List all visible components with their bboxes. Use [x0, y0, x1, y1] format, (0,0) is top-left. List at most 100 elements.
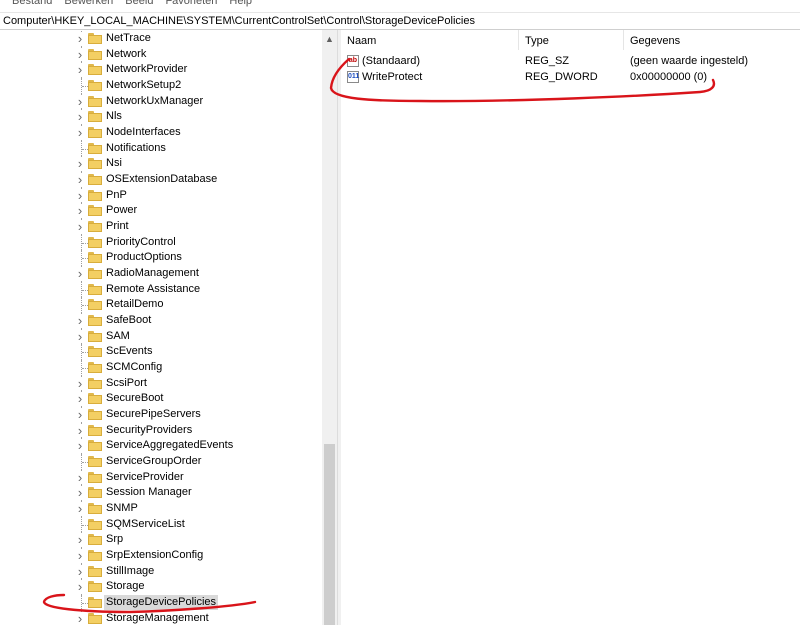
tree-item-label: RadioManagement [106, 267, 199, 280]
tree-item[interactable]: › SecureBoot [0, 391, 322, 408]
column-header-type[interactable]: Type [519, 30, 624, 50]
tree-item[interactable]: › RadioManagement [0, 266, 322, 282]
folder-icon [88, 534, 102, 546]
tree-item[interactable]: › Nls [0, 109, 322, 125]
scrollbar-thumb[interactable] [324, 444, 335, 625]
tree-item[interactable]: › SAM [0, 328, 322, 345]
menu-bestand[interactable]: Bestand [6, 0, 58, 8]
tree-item[interactable]: › SecurePipeServers [0, 407, 322, 423]
value-type: REG_SZ [525, 55, 570, 67]
tree-item[interactable]: ProductOptions [0, 250, 322, 267]
tree-item-label: PnP [106, 188, 127, 201]
menu-help[interactable]: Help [223, 0, 258, 8]
chevron-right-icon[interactable]: › [74, 564, 86, 578]
chevron-right-icon[interactable]: › [74, 329, 86, 343]
registry-tree: › NetTrace › Network › NetworkProvider Network… [0, 30, 337, 625]
column-header-name[interactable]: Naam [341, 30, 519, 50]
chevron-right-icon[interactable]: › [74, 439, 86, 453]
chevron-right-icon[interactable]: › [74, 267, 86, 281]
tree-item-label: ProductOptions [106, 251, 182, 264]
tree-item[interactable]: › PnP [0, 187, 322, 204]
tree-item[interactable]: ServiceGroupOrder [0, 454, 322, 470]
tree-item[interactable]: › OSExtensionDatabase [0, 172, 322, 188]
chevron-right-icon[interactable]: › [74, 157, 86, 171]
folder-icon [88, 205, 102, 217]
chevron-right-icon[interactable]: › [74, 580, 86, 594]
menu-favorieten[interactable]: Favorieten [159, 0, 223, 8]
chevron-right-icon[interactable]: › [74, 173, 86, 187]
tree-item[interactable]: SCMConfig [0, 360, 322, 376]
chevron-right-icon[interactable]: › [74, 94, 86, 108]
menu-bewerken[interactable]: Bewerken [58, 0, 119, 8]
address-bar[interactable]: Computer\HKEY_LOCAL_MACHINE\SYSTEM\Curre… [0, 12, 800, 30]
tree-item[interactable]: PriorityControl [0, 234, 322, 251]
tree-item[interactable]: Remote Assistance [0, 281, 322, 298]
tree-item[interactable]: RetailDemo [0, 297, 322, 314]
chevron-right-icon[interactable]: › [74, 314, 86, 328]
tree-item-label: NetworkUxManager [106, 94, 204, 107]
tree-item[interactable]: › ServiceAggregatedEvents [0, 438, 322, 455]
chevron-right-icon[interactable]: › [74, 549, 86, 563]
tree-item-label: ServiceGroupOrder [106, 455, 202, 468]
tree-item[interactable]: › Power [0, 203, 322, 220]
chevron-right-icon[interactable]: › [74, 392, 86, 406]
chevron-right-icon[interactable]: › [74, 126, 86, 140]
column-header-data[interactable]: Gegevens [624, 30, 800, 50]
tree-item[interactable]: › SecurityProviders [0, 422, 322, 439]
menu-beeld[interactable]: Beeld [119, 0, 159, 8]
tree-item[interactable]: › SafeBoot [0, 313, 322, 329]
string-value-icon: ab [347, 55, 359, 67]
tree-item[interactable]: › Nsi [0, 156, 322, 173]
tree-item[interactable]: › ScsiPort [0, 375, 322, 392]
tree-item[interactable]: › Network [0, 46, 322, 63]
chevron-right-icon[interactable]: › [74, 110, 86, 124]
chevron-right-icon[interactable]: › [74, 188, 86, 202]
tree-item[interactable]: › ServiceProvider [0, 469, 322, 486]
value-row[interactable]: 011 WriteProtect REG_DWORD 0x00000000 (0) [341, 69, 800, 85]
chevron-right-icon[interactable]: › [74, 204, 86, 218]
chevron-right-icon[interactable]: › [74, 470, 86, 484]
tree-item[interactable]: › NetworkProvider [0, 62, 322, 78]
folder-icon [88, 80, 102, 91]
tree-item[interactable]: › NetTrace [0, 31, 322, 47]
tree-item[interactable]: › Session Manager [0, 485, 322, 502]
binary-value-icon: 011 [347, 71, 359, 83]
folder-icon [88, 581, 102, 593]
chevron-right-icon[interactable]: › [74, 486, 86, 500]
tree-item[interactable]: SQMServiceList [0, 516, 322, 533]
chevron-right-icon[interactable]: › [74, 63, 86, 77]
folder-icon [88, 424, 102, 436]
scroll-up-arrow-icon[interactable]: ▲ [322, 32, 337, 46]
chevron-right-icon[interactable]: › [74, 611, 86, 625]
value-row[interactable]: ab (Standaard) REG_SZ (geen waarde ingestel… [341, 53, 800, 69]
tree-item[interactable]: › Storage [0, 579, 322, 596]
tree-item[interactable]: ScEvents [0, 344, 322, 361]
chevron-right-icon[interactable]: › [74, 376, 86, 390]
chevron-right-icon[interactable]: › [74, 533, 86, 547]
tree-item[interactable]: › Srp [0, 532, 322, 549]
tree-item[interactable]: StorageDevicePolicies [0, 595, 322, 611]
tree-item[interactable]: › StorageManagement [0, 610, 322, 625]
tree-item-label: ScEvents [106, 345, 153, 358]
tree-item[interactable]: › SNMP [0, 501, 322, 517]
chevron-right-icon[interactable]: › [74, 423, 86, 437]
folder-icon [88, 142, 102, 154]
tree-item[interactable]: NetworkSetup2 [0, 78, 322, 94]
folder-icon [88, 158, 102, 170]
chevron-right-icon[interactable]: › [74, 220, 86, 234]
tree-item[interactable]: Notifications [0, 140, 322, 157]
chevron-right-icon[interactable]: › [74, 47, 86, 61]
tree-item[interactable]: › NetworkUxManager [0, 93, 322, 110]
folder-icon [88, 456, 102, 468]
tree-item[interactable]: › Print [0, 219, 322, 235]
folder-icon [88, 362, 102, 374]
tree-item[interactable]: › StillImage [0, 563, 322, 580]
chevron-right-icon[interactable]: › [74, 32, 86, 45]
chevron-right-icon[interactable]: › [74, 502, 86, 516]
chevron-right-icon[interactable]: › [74, 408, 86, 422]
tree-item[interactable]: › NodeInterfaces [0, 125, 322, 141]
folder-icon [88, 64, 102, 76]
tree-item[interactable]: › SrpExtensionConfig [0, 548, 322, 564]
folder-icon [88, 111, 102, 123]
tree-scrollbar[interactable]: ▲ [322, 30, 337, 625]
